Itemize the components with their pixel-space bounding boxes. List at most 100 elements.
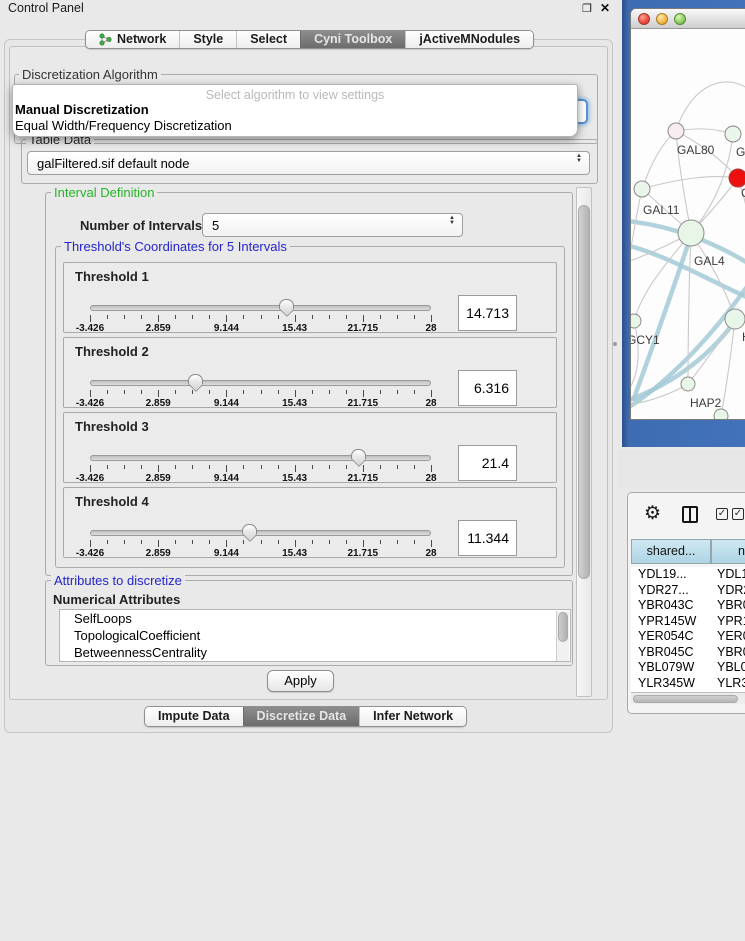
float-window-icon[interactable]: ❐ [582,2,592,15]
slider-handle[interactable] [188,374,203,385]
slider-track [90,380,431,386]
number-of-intervals-value: 5 [212,218,219,233]
network-node-h[interactable] [725,309,745,329]
table-toolbar: ⚙ ✓ ✓ [628,493,745,539]
attribute-list-item[interactable]: SelfLoops [60,610,570,627]
network-node-hap2[interactable] [681,377,695,391]
tab-jactivemnodules[interactable]: jActiveMNodules [405,31,533,48]
column-header-name[interactable]: n [711,539,745,564]
tab-select[interactable]: Select [236,31,300,48]
scrollbar-thumb[interactable] [578,205,590,579]
network-node-c[interactable] [729,169,745,187]
algorithm-dropdown-popup: Select algorithm to view settings Manual… [12,84,578,137]
threshold-value-input[interactable] [458,370,517,406]
attributes-group-title: Attributes to discretize [51,574,185,587]
network-edge [642,177,738,189]
network-node-ga[interactable] [725,126,741,142]
attribute-list-item[interactable]: TopologicalCoefficient [60,627,570,644]
threshold-panel: Threshold 2-3.4262.8599.14415.4321.71528 [63,337,557,408]
slider-tick [380,465,381,469]
mac-minimize-button[interactable] [656,13,668,25]
slider-handle[interactable] [242,524,257,535]
scrollbar-thumb[interactable] [558,612,568,642]
network-node-gal80[interactable] [668,123,684,139]
threshold-value-input[interactable] [458,295,517,331]
slider-tick [124,465,125,469]
table-row[interactable]: YLR345WYLR3 [631,676,745,692]
tab-infer-network[interactable]: Infer Network [359,707,466,726]
table-row[interactable]: YBR043CYBR0 [631,598,745,614]
slider-tick [209,540,210,544]
column-header-shared[interactable]: shared... [631,539,711,564]
slider-tick-label: 28 [425,323,436,334]
slider-tick [414,315,415,319]
network-window-titlebar[interactable] [631,9,745,29]
table-row[interactable]: YPR145WYPR1 [631,614,745,630]
table-row[interactable]: YDR27...YDR2 [631,583,745,599]
slider-tick [158,465,159,472]
table-cell: YBR043C [638,598,694,613]
checkbox-checked-icon[interactable]: ✓ [732,508,744,520]
tab-discretize-data[interactable]: Discretize Data [243,707,360,726]
threshold-slider[interactable]: -3.4262.8599.14415.4321.71528 [64,488,458,559]
table-horizontal-scrollbar[interactable] [631,692,745,704]
table-row[interactable]: YDL19...YDL1 [631,567,745,583]
network-node-label: HAP2 [690,396,722,410]
slider-tick [414,390,415,394]
network-node-gal11[interactable] [634,181,650,197]
slider-track [90,305,431,311]
slider-handle[interactable] [351,449,366,460]
checkbox-checked-icon[interactable]: ✓ [716,508,728,520]
tab-network[interactable]: Network [86,31,179,48]
number-of-intervals-combobox[interactable]: 5 ▲▼ [202,213,463,237]
network-node[interactable] [714,409,728,420]
table-row[interactable]: YER054CYER0 [631,629,745,645]
threshold-slider[interactable]: -3.4262.8599.14415.4321.71528 [64,263,458,334]
network-node-label: GAL4 [694,254,725,268]
settings-vertical-scrollbar[interactable] [576,187,592,697]
table-cell: YBR0 [717,645,745,660]
network-canvas[interactable]: GAL80GACGAL11GAL4GCY1HHAP2 [631,29,745,420]
threshold-value-input[interactable] [458,445,517,481]
table-row[interactable]: YBR045CYBR0 [631,645,745,661]
tab-style[interactable]: Style [179,31,236,48]
number-of-intervals-label: Number of Intervals [80,218,202,233]
network-node-gcy1[interactable] [631,314,641,328]
table-rows: YDL19...YDL1YDR27...YDR2YBR043CYBR0YPR14… [631,567,745,692]
table-row[interactable]: YBL079WYBL0 [631,660,745,676]
mac-zoom-button[interactable] [674,13,686,25]
slider-tick [192,465,193,469]
close-icon[interactable]: ✕ [600,1,610,15]
gear-icon[interactable]: ⚙ [644,503,661,525]
slider-tick-label: 2.859 [146,398,171,409]
columns-icon[interactable] [682,506,698,523]
slider-tick [175,540,176,544]
network-node-gal4[interactable] [678,220,704,246]
mac-close-button[interactable] [638,13,650,25]
dropdown-option[interactable]: Equal Width/Frequency Discretization [13,118,577,134]
tab-label: Infer Network [373,707,453,726]
dropdown-option[interactable]: Manual Discretization [13,102,577,118]
split-pane-divider-handle[interactable] [613,342,617,346]
slider-tick [397,540,398,544]
apply-button[interactable]: Apply [267,670,334,692]
threshold-value-input[interactable] [458,520,517,556]
numerical-attributes-list[interactable]: SelfLoopsTopologicalCoefficientBetweenne… [59,609,571,662]
tab-label: Discretize Data [257,707,347,726]
table-cell: YPR145W [638,614,696,629]
slider-tick [243,465,244,469]
list-vertical-scrollbar[interactable] [556,611,569,662]
tab-impute-data[interactable]: Impute Data [145,707,243,726]
threshold-slider[interactable]: -3.4262.8599.14415.4321.71528 [64,413,458,484]
numerical-attributes-label: Numerical Attributes [53,592,180,607]
threshold-slider[interactable]: -3.4262.8599.14415.4321.71528 [64,338,458,409]
table-data-combobox[interactable]: galFiltered.sif default node ▲▼ [27,151,590,175]
slider-tick [261,465,262,469]
network-icon [99,33,112,46]
tab-cyni-toolbox[interactable]: Cyni Toolbox [300,31,405,48]
dropdown-options: Manual DiscretizationEqual Width/Frequen… [13,102,577,134]
tab-label: Impute Data [158,707,230,726]
slider-handle[interactable] [279,299,294,310]
attribute-list-item[interactable]: BetweennessCentrality [60,644,570,661]
scrollbar-thumb[interactable] [633,695,738,703]
